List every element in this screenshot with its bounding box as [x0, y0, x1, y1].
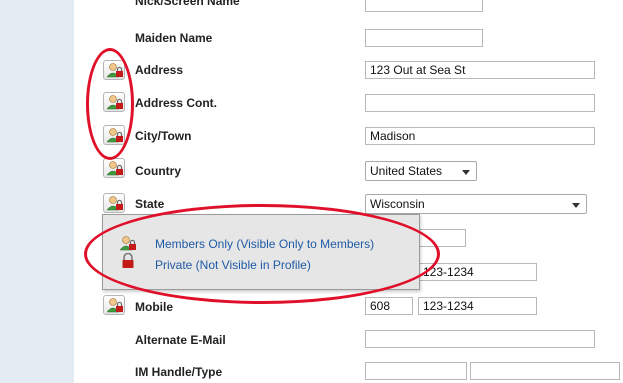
- maiden-name-input[interactable]: [365, 29, 483, 47]
- members-only-icon: [106, 196, 123, 211]
- state-privacy-button[interactable]: [103, 193, 125, 213]
- state-select[interactable]: Wisconsin: [365, 194, 587, 214]
- city-town-input[interactable]: Madison: [365, 127, 595, 145]
- city-privacy-button[interactable]: [103, 125, 125, 145]
- im-handle-input[interactable]: [365, 362, 467, 380]
- address-input[interactable]: 123 Out at Sea St: [365, 61, 595, 79]
- left-side-panel: [0, 0, 74, 383]
- chevron-down-icon: [572, 203, 580, 208]
- address-privacy-button[interactable]: [103, 60, 125, 80]
- mobile-privacy-button[interactable]: [103, 295, 125, 315]
- members-only-icon: [106, 95, 123, 110]
- maiden-name-label: Maiden Name: [135, 31, 213, 45]
- city-town-label: City/Town: [135, 129, 192, 143]
- state-select-value: Wisconsin: [370, 197, 425, 211]
- members-only-icon: [119, 235, 137, 254]
- alternate-email-label: Alternate E-Mail: [135, 333, 226, 347]
- zip-input[interactable]: [418, 229, 466, 247]
- alternate-email-input[interactable]: [365, 330, 595, 348]
- members-only-icon: [106, 63, 123, 78]
- address-cont-label: Address Cont.: [135, 96, 218, 110]
- lock-icon: [121, 252, 135, 272]
- phone-number-input[interactable]: 123-1234: [418, 263, 537, 281]
- phone-number-value: 123-1234: [423, 265, 474, 279]
- mobile-number-input[interactable]: 123-1234: [418, 297, 537, 315]
- state-label: State: [135, 197, 165, 211]
- country-label: Country: [135, 164, 181, 178]
- nick-screen-name-label: Nick/Screen Name: [135, 0, 240, 8]
- private-option[interactable]: Private (Not Visible in Profile): [155, 258, 311, 272]
- im-type-input[interactable]: [470, 362, 620, 380]
- mobile-area-code-input[interactable]: 608: [365, 297, 413, 315]
- address-cont-privacy-button[interactable]: [103, 92, 125, 112]
- members-only-icon: [106, 161, 123, 176]
- members-only-icon: [106, 128, 123, 143]
- members-only-icon: [106, 298, 123, 313]
- privacy-dropdown-menu: Members Only (Visible Only to Members) P…: [102, 214, 420, 290]
- country-select-value: United States: [370, 164, 443, 178]
- mobile-label: Mobile: [135, 300, 173, 314]
- im-handle-label: IM Handle/Type: [135, 365, 223, 379]
- members-only-option[interactable]: Members Only (Visible Only to Members): [155, 237, 374, 251]
- address-cont-input[interactable]: [365, 94, 595, 112]
- country-privacy-button[interactable]: [103, 158, 125, 178]
- nick-screen-name-input[interactable]: [365, 0, 483, 12]
- address-label: Address: [135, 63, 184, 77]
- country-select[interactable]: United States: [365, 161, 477, 181]
- chevron-down-icon: [462, 170, 470, 175]
